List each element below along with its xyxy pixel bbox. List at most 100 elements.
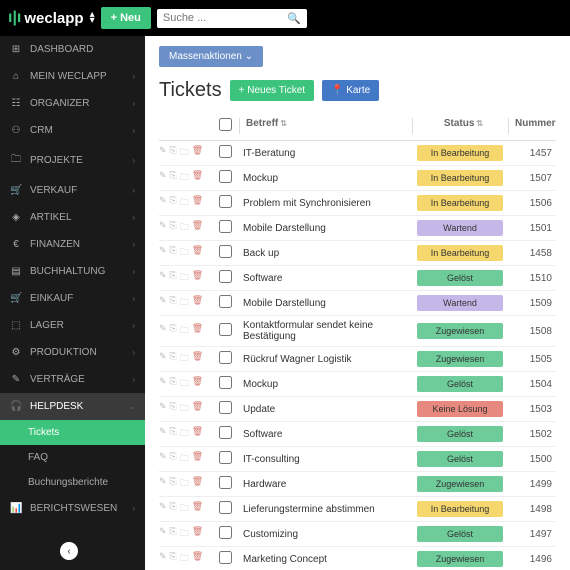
delete-icon[interactable]: 🗑 bbox=[192, 551, 203, 567]
copy-icon[interactable]: ⎘ bbox=[170, 323, 177, 339]
col-subject-header[interactable]: Betreff⇅ bbox=[239, 118, 412, 134]
folder-icon[interactable]: 🗀 bbox=[180, 526, 189, 542]
row-subject[interactable]: IT-Beratung bbox=[239, 148, 412, 159]
folder-icon[interactable]: 🗀 bbox=[180, 351, 189, 367]
edit-icon[interactable]: ✎ bbox=[159, 451, 167, 467]
row-checkbox[interactable] bbox=[219, 170, 232, 183]
new-ticket-button[interactable]: + Neues Ticket bbox=[230, 80, 314, 101]
edit-icon[interactable]: ✎ bbox=[159, 376, 167, 392]
folder-icon[interactable]: 🗀 bbox=[180, 245, 189, 261]
row-subject[interactable]: Mockup bbox=[239, 173, 412, 184]
row-checkbox[interactable] bbox=[219, 501, 232, 514]
folder-icon[interactable]: 🗀 bbox=[180, 220, 189, 236]
copy-icon[interactable]: ⎘ bbox=[170, 426, 177, 442]
sidebar-item-verkauf[interactable]: 🛒VERKAUF› bbox=[0, 177, 145, 204]
delete-icon[interactable]: 🗑 bbox=[192, 145, 203, 161]
row-checkbox[interactable] bbox=[219, 245, 232, 258]
row-checkbox[interactable] bbox=[219, 526, 232, 539]
row-subject[interactable]: Mobile Darstellung bbox=[239, 298, 412, 309]
search-icon[interactable]: 🔍 bbox=[287, 12, 301, 25]
delete-icon[interactable]: 🗑 bbox=[192, 351, 203, 367]
copy-icon[interactable]: ⎘ bbox=[170, 351, 177, 367]
row-subject[interactable]: Customizing bbox=[239, 529, 412, 540]
folder-icon[interactable]: 🗀 bbox=[180, 426, 189, 442]
folder-icon[interactable]: 🗀 bbox=[180, 323, 189, 339]
delete-icon[interactable]: 🗑 bbox=[192, 376, 203, 392]
delete-icon[interactable]: 🗑 bbox=[192, 295, 203, 311]
row-checkbox[interactable] bbox=[219, 551, 232, 564]
edit-icon[interactable]: ✎ bbox=[159, 145, 167, 161]
delete-icon[interactable]: 🗑 bbox=[192, 323, 203, 339]
search-input[interactable] bbox=[163, 12, 287, 24]
copy-icon[interactable]: ⎘ bbox=[170, 551, 177, 567]
edit-icon[interactable]: ✎ bbox=[159, 501, 167, 517]
row-checkbox[interactable] bbox=[219, 323, 232, 336]
folder-icon[interactable]: 🗀 bbox=[180, 401, 189, 417]
edit-icon[interactable]: ✎ bbox=[159, 526, 167, 542]
copy-icon[interactable]: ⎘ bbox=[170, 245, 177, 261]
row-subject[interactable]: Marketing Concept bbox=[239, 554, 412, 565]
sidebar-item-lager[interactable]: ⬚LAGER› bbox=[0, 312, 145, 339]
row-checkbox[interactable] bbox=[219, 351, 232, 364]
folder-icon[interactable]: 🗀 bbox=[180, 501, 189, 517]
edit-icon[interactable]: ✎ bbox=[159, 426, 167, 442]
sidebar-collapse-button[interactable]: ‹ bbox=[60, 542, 78, 560]
folder-icon[interactable]: 🗀 bbox=[180, 451, 189, 467]
row-subject[interactable]: Hardware bbox=[239, 479, 412, 490]
delete-icon[interactable]: 🗑 bbox=[192, 526, 203, 542]
edit-icon[interactable]: ✎ bbox=[159, 551, 167, 567]
bulk-actions-button[interactable]: Massenaktionen ⌄ bbox=[159, 46, 263, 67]
delete-icon[interactable]: 🗑 bbox=[192, 220, 203, 236]
row-subject[interactable]: Mobile Darstellung bbox=[239, 223, 412, 234]
col-number-header[interactable]: Nummer bbox=[508, 118, 556, 134]
row-checkbox[interactable] bbox=[219, 476, 232, 489]
copy-icon[interactable]: ⎘ bbox=[170, 451, 177, 467]
folder-icon[interactable]: 🗀 bbox=[180, 170, 189, 186]
folder-icon[interactable]: 🗀 bbox=[180, 145, 189, 161]
delete-icon[interactable]: 🗑 bbox=[192, 245, 203, 261]
copy-icon[interactable]: ⎘ bbox=[170, 220, 177, 236]
folder-icon[interactable]: 🗀 bbox=[180, 270, 189, 286]
sidebar-sub-faq[interactable]: FAQ bbox=[0, 445, 145, 470]
sidebar-item-produktion[interactable]: ⚙PRODUKTION› bbox=[0, 339, 145, 366]
new-button[interactable]: + Neu bbox=[101, 7, 151, 29]
folder-icon[interactable]: 🗀 bbox=[180, 476, 189, 492]
sidebar-item-artikel[interactable]: ◈ARTIKEL› bbox=[0, 204, 145, 231]
edit-icon[interactable]: ✎ bbox=[159, 170, 167, 186]
edit-icon[interactable]: ✎ bbox=[159, 295, 167, 311]
copy-icon[interactable]: ⎘ bbox=[170, 270, 177, 286]
delete-icon[interactable]: 🗑 bbox=[192, 195, 203, 211]
row-subject[interactable]: Software bbox=[239, 273, 412, 284]
edit-icon[interactable]: ✎ bbox=[159, 351, 167, 367]
col-status-header[interactable]: Status⇅ bbox=[412, 118, 508, 134]
copy-icon[interactable]: ⎘ bbox=[170, 170, 177, 186]
edit-icon[interactable]: ✎ bbox=[159, 401, 167, 417]
folder-icon[interactable]: 🗀 bbox=[180, 195, 189, 211]
sidebar-item-dashboard[interactable]: ⊞DASHBOARD bbox=[0, 36, 145, 63]
row-checkbox[interactable] bbox=[219, 145, 232, 158]
delete-icon[interactable]: 🗑 bbox=[192, 170, 203, 186]
sidebar-item-organizer[interactable]: ☷ORGANIZER› bbox=[0, 90, 145, 117]
edit-icon[interactable]: ✎ bbox=[159, 323, 167, 339]
row-subject[interactable]: Mockup bbox=[239, 379, 412, 390]
row-subject[interactable]: Update bbox=[239, 404, 412, 415]
row-checkbox[interactable] bbox=[219, 270, 232, 283]
folder-icon[interactable]: 🗀 bbox=[180, 376, 189, 392]
delete-icon[interactable]: 🗑 bbox=[192, 401, 203, 417]
edit-icon[interactable]: ✎ bbox=[159, 220, 167, 236]
delete-icon[interactable]: 🗑 bbox=[192, 451, 203, 467]
edit-icon[interactable]: ✎ bbox=[159, 195, 167, 211]
copy-icon[interactable]: ⎘ bbox=[170, 195, 177, 211]
folder-icon[interactable]: 🗀 bbox=[180, 551, 189, 567]
row-subject[interactable]: Lieferungstermine abstimmen bbox=[239, 504, 412, 515]
sidebar-item-berichtswesen[interactable]: 📊BERICHTSWESEN› bbox=[0, 495, 145, 522]
select-all-checkbox[interactable] bbox=[219, 118, 232, 131]
row-checkbox[interactable] bbox=[219, 451, 232, 464]
delete-icon[interactable]: 🗑 bbox=[192, 476, 203, 492]
row-checkbox[interactable] bbox=[219, 426, 232, 439]
sidebar-item-projekte[interactable]: 🗀PROJEKTE› bbox=[0, 144, 145, 177]
sidebar-sub-buchungsberichte[interactable]: Buchungsberichte bbox=[0, 470, 145, 495]
edit-icon[interactable]: ✎ bbox=[159, 270, 167, 286]
header-toggle-icon[interactable]: ▴▾ bbox=[90, 12, 95, 24]
sidebar-item-finanzen[interactable]: €FINANZEN› bbox=[0, 231, 145, 258]
